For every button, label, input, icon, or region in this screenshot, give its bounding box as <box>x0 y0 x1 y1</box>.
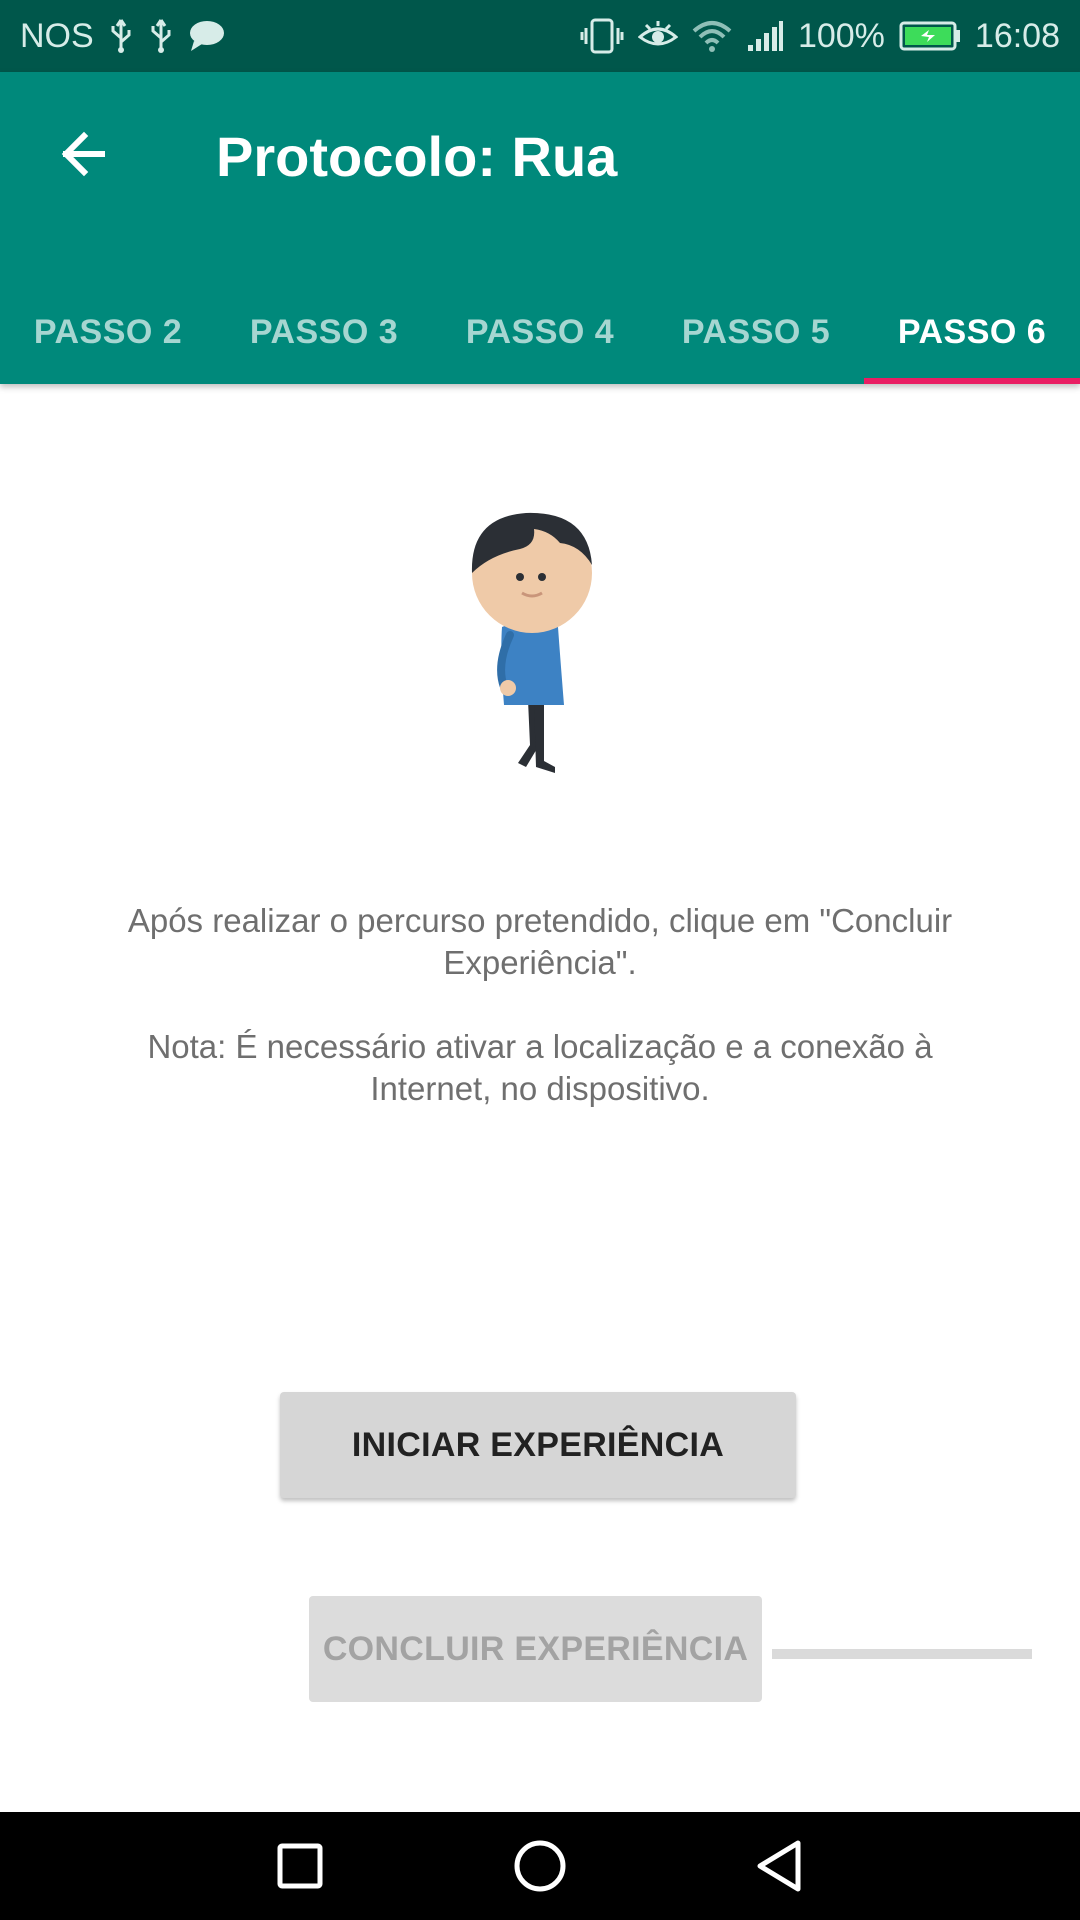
arrow-back-icon <box>61 131 105 177</box>
tab-passo-5[interactable]: PASSO 5 <box>648 280 864 384</box>
usb-icon <box>108 18 134 54</box>
home-button[interactable] <box>504 1830 576 1902</box>
wifi-icon <box>692 19 732 53</box>
instruction-paragraph: Após realizar o percurso pretendido, cli… <box>127 902 953 981</box>
progress-track <box>772 1649 1032 1659</box>
vibrate-icon <box>580 16 624 56</box>
status-left: NOS <box>20 17 226 56</box>
tab-passo-2[interactable]: PASSO 2 <box>0 280 216 384</box>
status-bar: NOS 100% 16:08 <box>0 0 1080 72</box>
back-triangle-icon <box>757 1840 801 1892</box>
tab-passo-6[interactable]: PASSO 6 <box>864 280 1080 384</box>
app-bar: Protocolo: Rua PASSO 2 PASSO 3 PASSO 4 P… <box>0 72 1080 384</box>
battery-charging-icon <box>899 21 961 51</box>
navigation-bar <box>0 1812 1080 1920</box>
tab-bar: PASSO 2 PASSO 3 PASSO 4 PASSO 5 PASSO 6 <box>0 280 1080 384</box>
recents-button[interactable] <box>264 1830 336 1902</box>
tab-passo-3[interactable]: PASSO 3 <box>216 280 432 384</box>
tab-passo-4[interactable]: PASSO 4 <box>432 280 648 384</box>
note-paragraph: Nota: É necessário ativar a localização … <box>147 1028 933 1107</box>
usb-icon <box>148 18 174 54</box>
finish-experience-button[interactable]: CONCLUIR EXPERIÊNCIA <box>309 1596 762 1702</box>
instruction-text: Após realizar o percurso pretendido, cli… <box>90 900 990 1110</box>
battery-percent: 100% <box>797 16 885 55</box>
carrier-label: NOS <box>20 16 94 55</box>
status-time: 16:08 <box>974 16 1060 55</box>
eye-icon <box>637 19 678 53</box>
back-nav-button[interactable] <box>744 1830 816 1902</box>
recents-square-icon <box>277 1843 323 1889</box>
signal-icon <box>746 19 784 53</box>
back-button[interactable] <box>44 114 124 194</box>
status-right: 100% 16:08 <box>580 16 1060 56</box>
home-circle-icon <box>514 1840 566 1892</box>
walking-person-icon <box>460 505 600 790</box>
chat-icon <box>188 19 226 53</box>
start-experience-button[interactable]: INICIAR EXPERIÊNCIA <box>280 1392 796 1498</box>
screen: NOS 100% 16:08 Protocolo: Rua PASSO 2 PA… <box>0 0 1080 1920</box>
page-title: Protocolo: Rua <box>216 125 618 188</box>
